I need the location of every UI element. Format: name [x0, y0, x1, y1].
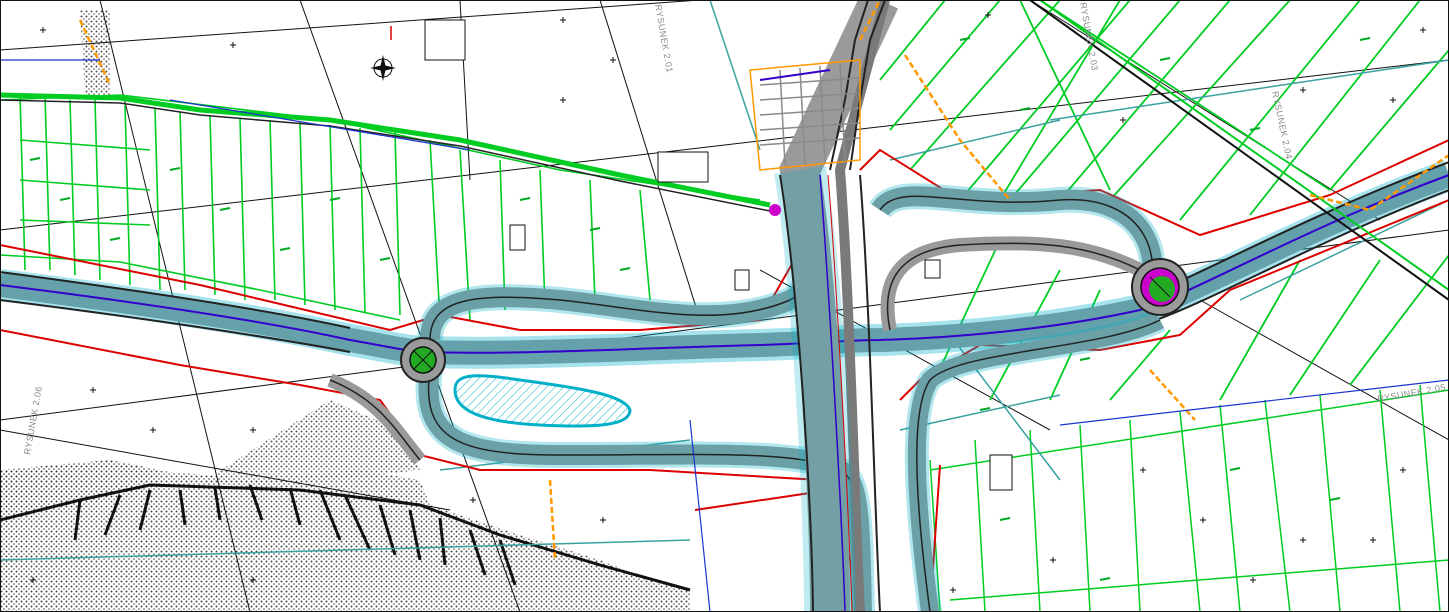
road-design-drawing[interactable]: RYSUNEK 2.01 RYSUNEK 2.03 RYSUNEK 2.04 R… — [0, 0, 1449, 612]
junction-marker — [769, 204, 781, 216]
roundabout-east — [1131, 258, 1189, 316]
roundabout-west — [400, 337, 446, 383]
